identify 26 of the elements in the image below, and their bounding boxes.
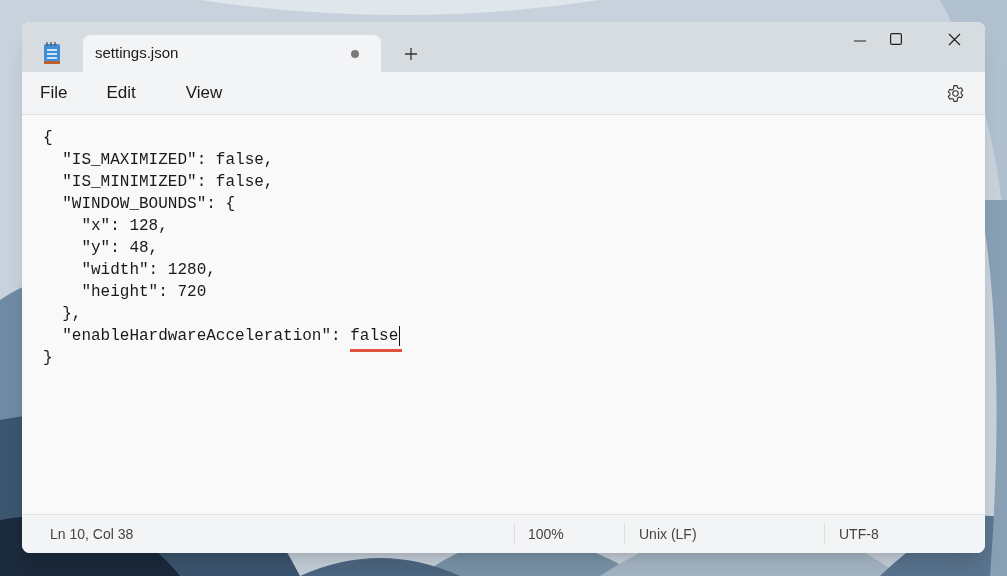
file-tab[interactable]: settings.json bbox=[83, 35, 381, 72]
menu-item[interactable]: File bbox=[28, 76, 80, 110]
line-ending: Unix (LF) bbox=[638, 524, 698, 544]
code-text: "y": 48, bbox=[80, 238, 159, 259]
code-text: "IS_MINIMIZED": false, bbox=[61, 172, 274, 193]
code-text: } bbox=[43, 348, 53, 369]
close-icon[interactable] bbox=[948, 33, 961, 46]
code-text: "height": 720 bbox=[80, 282, 207, 303]
text-editor[interactable]: { "IS_MAXIMIZED": false, "IS_MINIMIZED": false, "WINDOW_BOUNDS": { "x": 128, "y": 48, "width": 1280, "height": 720 }, "enableHardwareAcceleration": false } bbox=[22, 115, 985, 514]
menu-item[interactable]: View bbox=[173, 76, 235, 110]
encoding: UTF-8 bbox=[838, 524, 879, 544]
code-text: "x": 128, bbox=[80, 216, 168, 237]
notepad-icon bbox=[43, 41, 61, 65]
code-text: }, bbox=[61, 304, 82, 325]
code-text: "WINDOW_BOUNDS": { bbox=[61, 194, 236, 215]
code-text: "enableHardwareAcceleration": bbox=[61, 326, 342, 347]
menu-item[interactable]: Edit bbox=[94, 76, 148, 110]
code-text: false bbox=[350, 327, 399, 345]
settings-icon[interactable] bbox=[946, 84, 965, 103]
code-text: "width": 1280, bbox=[80, 260, 216, 281]
cursor-position: Ln 10, Col 38 bbox=[49, 524, 135, 544]
zoom-level: 100% bbox=[527, 524, 565, 544]
code-text: "IS_MAXIMIZED": false, bbox=[61, 150, 274, 171]
new-tab-icon[interactable] bbox=[404, 47, 418, 61]
maximize-icon[interactable] bbox=[890, 33, 902, 45]
code-text: { bbox=[43, 128, 53, 149]
